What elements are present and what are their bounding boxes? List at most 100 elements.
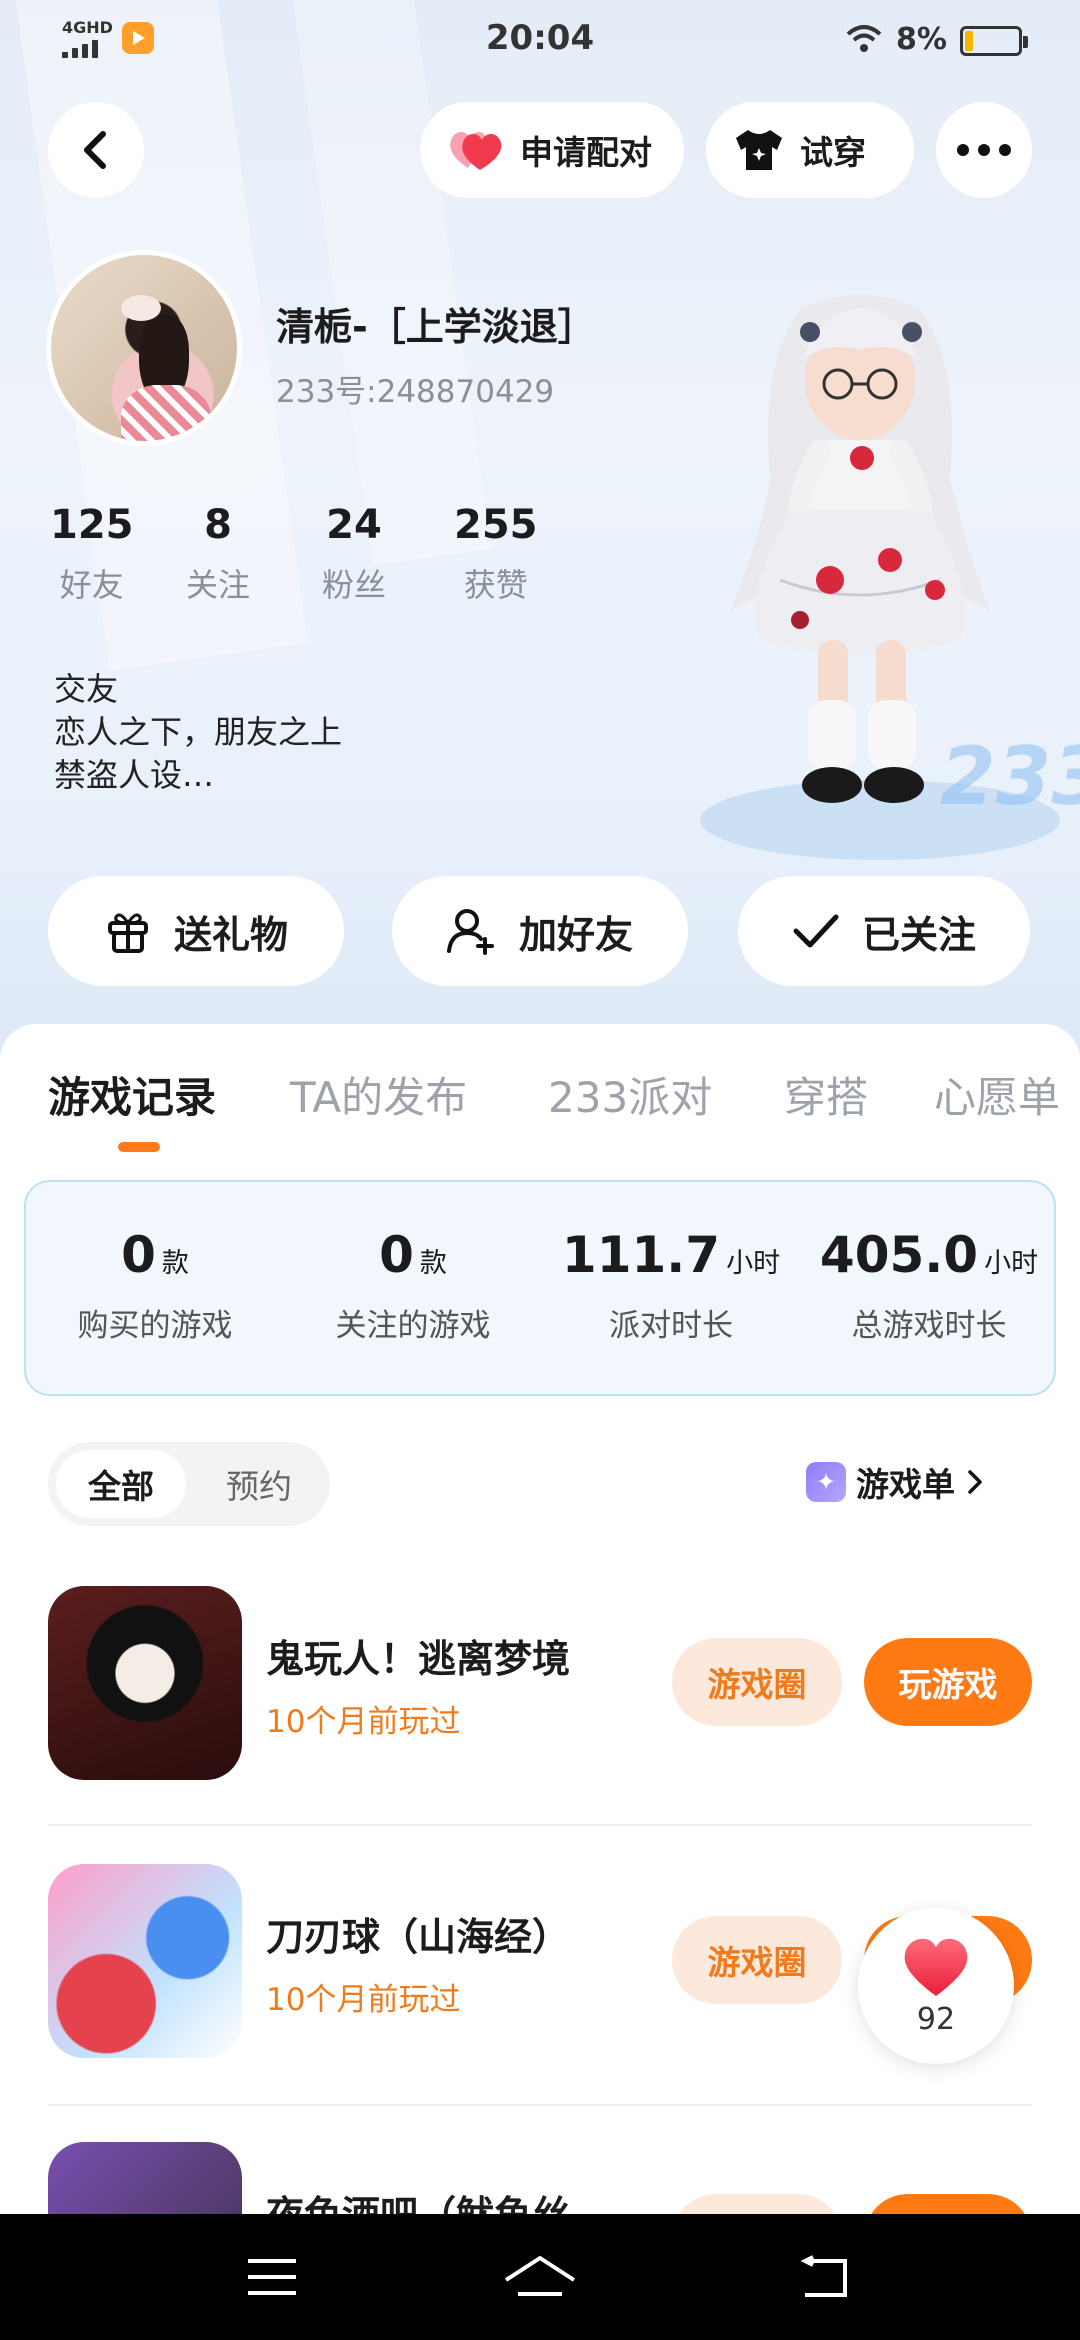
stat-value: 125	[50, 502, 134, 548]
stat-following[interactable]: 8 关注	[186, 502, 250, 606]
stat-value: 8	[204, 502, 232, 548]
like-count: 92	[916, 2001, 956, 2037]
game-icon	[48, 1864, 242, 2058]
check-icon	[793, 914, 839, 948]
menu-icon	[248, 2259, 296, 2295]
pair-request-button[interactable]: 申请配对	[420, 102, 684, 198]
tshirt-icon	[736, 130, 782, 170]
stat-label: 购买的游戏	[77, 1308, 233, 1344]
game-item[interactable]: 鬼玩人！逃离梦境 10个月前玩过 游戏圈 玩游戏	[48, 1586, 1032, 1782]
stat-unit: 小时	[726, 1248, 781, 1279]
stat-value: 24	[326, 502, 382, 548]
game-stats-card: 0款 购买的游戏 0款 关注的游戏 111.7 小时 派对时长 405.0 小时 总…	[24, 1180, 1056, 1396]
chevron-left-icon	[84, 131, 106, 169]
game-list-link[interactable]: ✦ 游戏单	[806, 1458, 985, 1506]
stat-likes[interactable]: 255 获赞	[454, 502, 538, 606]
tab-wishlist[interactable]: 心愿单	[934, 1064, 1060, 1125]
system-navigation-bar	[0, 2214, 1080, 2340]
game-list-label: 游戏单	[856, 1465, 955, 1504]
try-on-button[interactable]: 试穿	[706, 102, 914, 198]
followed-button[interactable]: 已关注	[738, 876, 1030, 986]
divider	[48, 2104, 1032, 2106]
followed-label: 已关注	[861, 912, 976, 957]
content-sheet: 游戏记录 TA的发布 233派对 穿搭 心愿单 0款 购买的游戏 0款 关注的游…	[0, 1024, 1080, 2340]
stat-party-duration[interactable]: 111.7 小时 派对时长	[542, 1226, 800, 1345]
game-circle-button[interactable]: 游戏圈	[672, 1916, 842, 2004]
divider	[48, 1824, 1032, 1826]
stat-purchased-games[interactable]: 0款 购买的游戏	[26, 1226, 284, 1345]
stat-label: 获赞	[463, 566, 528, 604]
stat-value: 255	[454, 502, 538, 548]
bio: 交友 恋人之下，朋友之上 禁盗人设…	[54, 668, 342, 797]
sparkle-icon: ✦	[806, 1462, 846, 1502]
avatar-character-figure[interactable]	[690, 280, 1030, 860]
stat-label: 关注	[186, 566, 251, 604]
stat-unit: 款	[419, 1248, 447, 1279]
tab-outfits[interactable]: 穿搭	[784, 1064, 868, 1125]
bio-line: 交友	[54, 670, 119, 708]
user-id: 233号:248870429	[276, 374, 555, 410]
like-button[interactable]: 92	[858, 1908, 1014, 2064]
game-title: 刀刃球（山海经）	[266, 1915, 571, 1959]
double-heart-icon	[450, 132, 502, 170]
return-icon	[800, 2255, 847, 2297]
stat-value: 0	[121, 1226, 156, 1284]
add-friend-button[interactable]: 加好友	[392, 876, 688, 986]
bio-line: 恋人之下，朋友之上	[54, 713, 343, 751]
filter-reserved[interactable]: 预约	[194, 1450, 324, 1518]
stat-unit: 款	[161, 1248, 189, 1279]
add-friend-label: 加好友	[518, 912, 633, 957]
heart-icon	[904, 1938, 968, 1996]
home-button[interactable]	[500, 2244, 580, 2310]
play-game-button[interactable]: 玩游戏	[864, 1638, 1032, 1726]
stat-unit: 小时	[984, 1248, 1039, 1279]
profile-tabs: 游戏记录 TA的发布 233派对 穿搭 心愿单	[0, 1024, 1080, 1174]
filter-segment: 全部 预约	[48, 1442, 330, 1526]
light-beam	[288, 0, 492, 566]
back-nav-button[interactable]	[784, 2244, 864, 2310]
send-gift-label: 送礼物	[173, 912, 288, 957]
more-dots-icon	[957, 144, 1011, 156]
filter-all[interactable]: 全部	[56, 1450, 186, 1518]
back-button[interactable]	[48, 102, 144, 198]
wifi-icon	[846, 25, 882, 52]
battery-icon	[960, 26, 1028, 56]
stat-label: 派对时长	[609, 1308, 733, 1344]
nickname: 清栀-［上学淡退］	[276, 305, 596, 349]
tab-posts[interactable]: TA的发布	[290, 1064, 467, 1125]
avatar-art	[121, 295, 161, 321]
tab-game-records[interactable]: 游戏记录	[48, 1064, 216, 1125]
status-bar: 4GHD 20:04 8%	[0, 0, 1080, 84]
active-tab-indicator	[118, 1142, 160, 1152]
try-on-label: 试穿	[800, 133, 866, 172]
last-played: 10个月前玩过	[266, 1704, 461, 1740]
avatar-art	[121, 385, 211, 441]
more-button[interactable]	[936, 102, 1032, 198]
send-gift-button[interactable]: 送礼物	[48, 876, 344, 986]
gift-icon	[107, 913, 148, 953]
pair-request-label: 申请配对	[520, 133, 652, 172]
stat-value: 405.0	[819, 1226, 979, 1284]
home-icon	[504, 2256, 576, 2296]
stat-label: 粉丝	[322, 566, 387, 604]
stat-followed-games[interactable]: 0款 关注的游戏	[284, 1226, 542, 1345]
stat-total-play-time[interactable]: 405.0 小时 总游戏时长	[800, 1226, 1058, 1345]
stat-friends[interactable]: 125 好友	[50, 502, 134, 606]
game-title: 鬼玩人！逃离梦境	[266, 1637, 571, 1681]
stat-value: 111.7	[561, 1226, 721, 1284]
last-played: 10个月前玩过	[266, 1982, 461, 2018]
stat-value: 0	[379, 1226, 414, 1284]
add-user-icon	[446, 909, 494, 955]
stat-fans[interactable]: 24 粉丝	[322, 502, 386, 606]
tab-233-party[interactable]: 233派对	[548, 1064, 712, 1125]
stat-label: 好友	[59, 566, 124, 604]
avatar[interactable]	[46, 250, 242, 446]
stat-label: 总游戏时长	[851, 1308, 1007, 1344]
menu-button[interactable]	[232, 2244, 312, 2310]
game-circle-button[interactable]: 游戏圈	[672, 1638, 842, 1726]
chevron-right-icon	[968, 1470, 982, 1494]
bio-line: 禁盗人设…	[54, 756, 215, 794]
game-icon	[48, 1586, 242, 1780]
stat-label: 关注的游戏	[335, 1308, 491, 1344]
battery-percent: 8%	[896, 22, 947, 57]
